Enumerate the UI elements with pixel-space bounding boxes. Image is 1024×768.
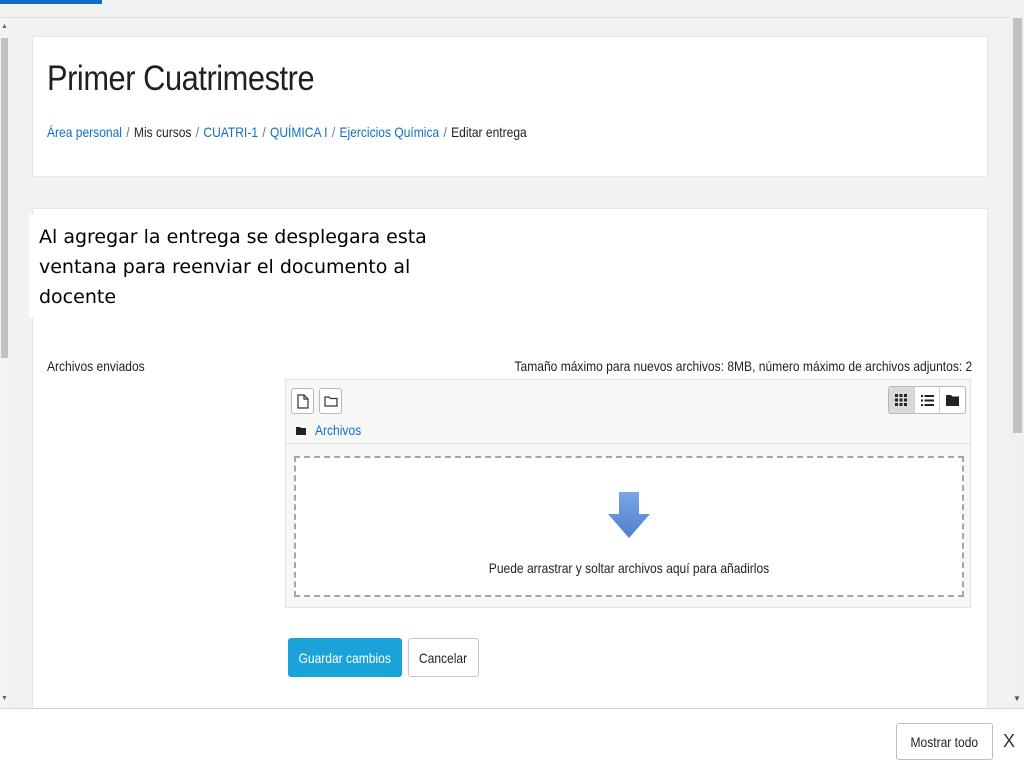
list-view-button[interactable] (915, 387, 941, 413)
file-dropzone[interactable]: Puede arrastrar y soltar archivos aquí p… (294, 456, 964, 597)
upload-limits-text: Tamaño máximo para nuevos archivos: 8MB,… (514, 358, 972, 374)
show-all-button[interactable]: Mostrar todo (896, 723, 993, 760)
breadcrumb-separator: / (331, 124, 336, 140)
close-icon[interactable]: X (1003, 731, 1015, 752)
path-root-link[interactable]: Archivos (315, 422, 361, 438)
scrollbar-thumb[interactable] (1013, 18, 1022, 433)
list-icon (920, 394, 934, 406)
dropzone-text: Puede arrastrar y soltar archivos aquí p… (488, 560, 770, 576)
folder-icon (946, 395, 960, 406)
scroll-down-icon[interactable]: ▼ (0, 694, 9, 703)
cancel-button[interactable]: Cancelar (408, 638, 479, 677)
breadcrumb-item-area-personal[interactable]: Área personal (47, 124, 122, 140)
breadcrumb-separator: / (443, 124, 447, 140)
tree-view-button[interactable] (940, 387, 965, 413)
file-manager: Archivos Puede arrastrar y soltar archiv… (285, 379, 971, 608)
scrollbar-thumb[interactable] (1, 38, 8, 358)
file-icon (296, 393, 309, 409)
cancel-label: Cancelar (419, 649, 468, 666)
left-scrollbar[interactable]: ▲ ▼ (0, 18, 9, 708)
download-bar: Mostrar todo X (0, 708, 1024, 768)
instruction-callout: Al agregar la entrega se desplegara esta… (29, 214, 469, 318)
arrow-down-icon (608, 492, 650, 545)
show-all-label: Mostrar todo (910, 733, 979, 750)
breadcrumb-item-quimica[interactable]: QUÍMICA I (270, 124, 328, 140)
breadcrumb: Área personal / Mis cursos / CUATRI-1/QUÍMIC… (47, 124, 527, 140)
tab-indicator (0, 0, 102, 4)
grid-icon (895, 394, 908, 406)
icon-view-button[interactable] (889, 387, 915, 413)
breadcrumb-separator: / (262, 124, 266, 140)
breadcrumb-item-cuatri[interactable]: CUATRI-1 (203, 124, 258, 140)
top-divider (0, 17, 1010, 18)
breadcrumb-separator: / (195, 124, 200, 140)
page-header: Primer Cuatrimestre Área personal / Mis cu… (32, 36, 988, 177)
breadcrumb-item-mis-cursos: Mis cursos (133, 124, 192, 140)
scroll-down-icon[interactable]: ▼ (1010, 694, 1024, 704)
file-path: Archivos (296, 422, 369, 438)
create-folder-button[interactable] (319, 388, 342, 414)
breadcrumb-separator: / (126, 124, 130, 140)
breadcrumb-item-ejercicios[interactable]: Ejercicios Química (339, 124, 439, 140)
save-changes-label: Guardar cambios (298, 649, 392, 666)
scroll-up-icon[interactable]: ▲ (0, 22, 9, 31)
view-switcher (888, 386, 966, 414)
save-changes-button[interactable]: Guardar cambios (288, 638, 402, 677)
folder-icon (296, 426, 306, 435)
breadcrumb-item-editar-entrega: Editar entrega (451, 124, 527, 140)
right-scrollbar[interactable]: ▼ (1010, 18, 1024, 708)
files-label: Archivos enviados (47, 358, 145, 374)
page-title: Primer Cuatrimestre (47, 59, 315, 98)
add-file-button[interactable] (291, 388, 314, 414)
folder-icon (323, 396, 338, 407)
file-manager-toolbar: Archivos (286, 380, 970, 444)
